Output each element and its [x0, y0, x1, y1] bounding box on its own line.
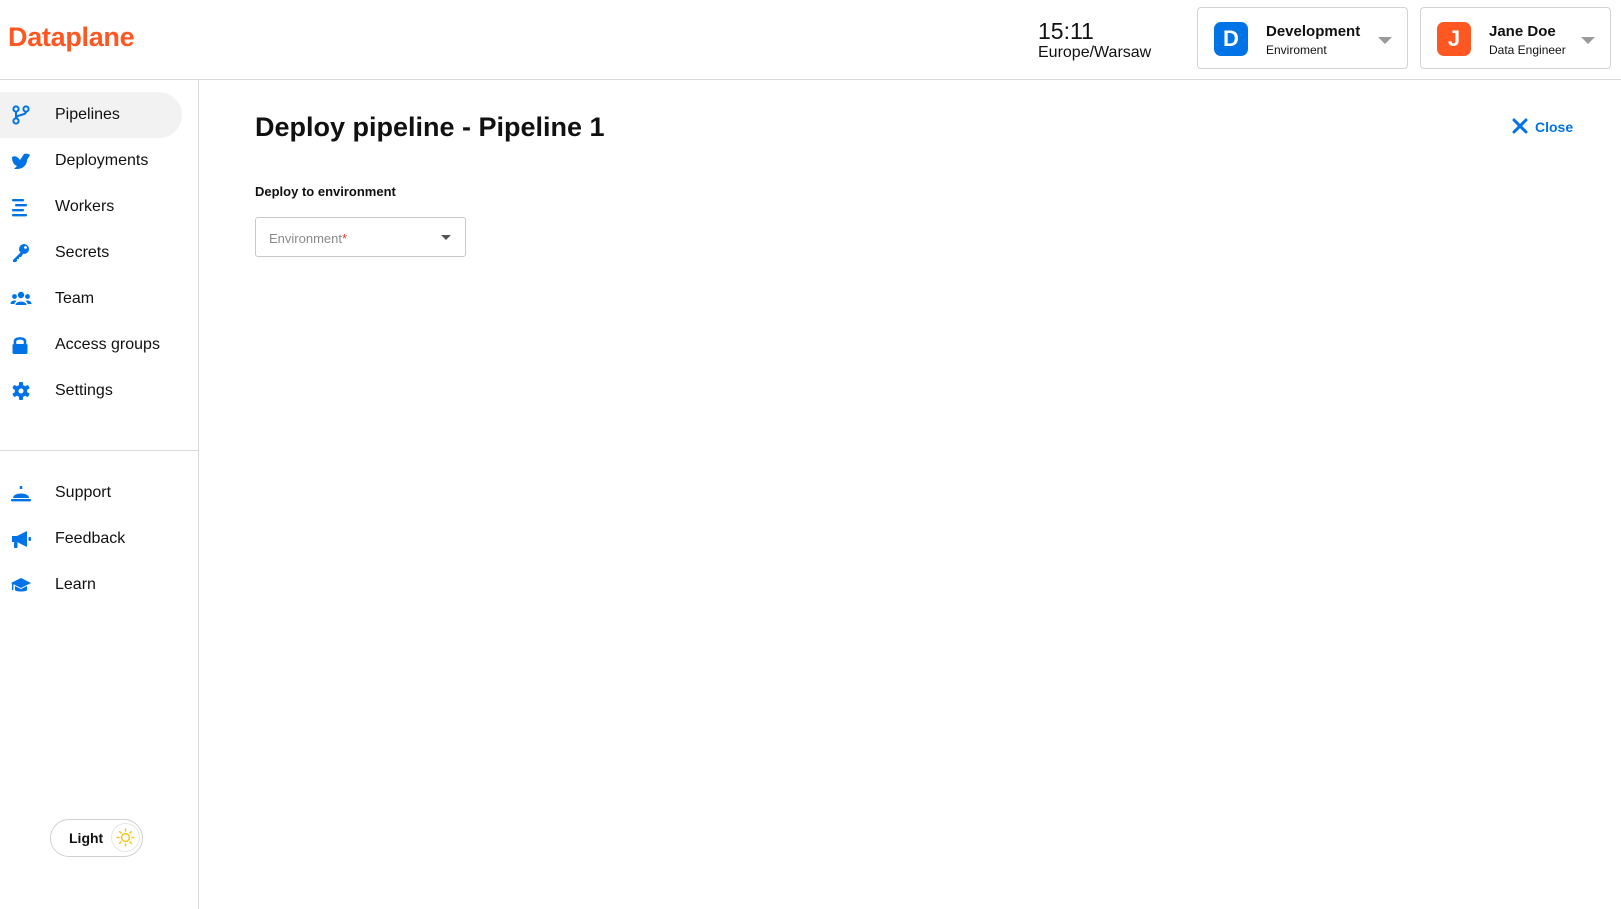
user-role: Data Engineer	[1489, 43, 1566, 57]
sidebar-item-learn[interactable]: Learn	[0, 562, 182, 608]
top-header: Dataplane 15:11 Europe/Warsaw D Developm…	[0, 0, 1621, 80]
clock-time: 15:11	[1038, 18, 1094, 44]
sidebar-item-label: Access groups	[55, 336, 160, 353]
deployments-icon	[12, 153, 30, 169]
user-name: Jane Doe	[1489, 23, 1556, 40]
sidebar-item-label: Pipelines	[55, 106, 120, 123]
workers-icon	[12, 199, 27, 217]
sidebar-item-label: Settings	[55, 382, 113, 399]
sidebar-item-pipelines[interactable]: Pipelines	[0, 92, 182, 138]
environment-switcher[interactable]: D Development Enviroment	[1197, 7, 1408, 69]
sidebar: Pipelines Deployments Workers Secrets Te…	[0, 80, 199, 909]
environment-select[interactable]: Environment*	[255, 217, 466, 257]
deploy-environment-label: Deploy to environment	[255, 184, 396, 199]
sidebar-item-workers[interactable]: Workers	[0, 184, 182, 230]
environment-select-placeholder: Environment*	[269, 231, 348, 246]
megaphone-icon	[12, 531, 31, 548]
gear-icon	[12, 382, 30, 400]
sidebar-item-feedback[interactable]: Feedback	[0, 516, 182, 562]
sidebar-item-team[interactable]: Team	[0, 276, 182, 322]
app-logo[interactable]: Dataplane	[8, 22, 135, 53]
theme-label: Light	[69, 830, 104, 846]
sidebar-item-label: Secrets	[55, 244, 110, 261]
sidebar-item-deployments[interactable]: Deployments	[0, 138, 182, 184]
page-title: Deploy pipeline - Pipeline 1	[255, 112, 605, 142]
graduation-cap-icon	[11, 578, 31, 592]
clock-timezone: Europe/Warsaw	[1038, 44, 1152, 61]
pipelines-icon	[12, 105, 30, 125]
close-label: Close	[1535, 119, 1574, 135]
theme-toggle[interactable]: Light	[50, 819, 143, 857]
team-icon	[10, 291, 32, 305]
sun-icon	[111, 823, 140, 852]
sidebar-item-label: Support	[55, 484, 112, 501]
key-icon	[13, 244, 29, 262]
sidebar-divider	[0, 450, 198, 451]
environment-label: Enviroment	[1266, 43, 1327, 57]
sidebar-item-label: Team	[55, 290, 95, 307]
chevron-down-icon	[441, 235, 451, 240]
chevron-down-icon	[1581, 37, 1595, 44]
sidebar-item-access-groups[interactable]: Access groups	[0, 322, 182, 368]
sidebar-item-label: Feedback	[55, 530, 126, 547]
chevron-down-icon	[1378, 37, 1392, 44]
sidebar-item-label: Deployments	[55, 152, 149, 169]
required-mark: *	[341, 231, 348, 246]
bell-icon	[11, 486, 31, 502]
sidebar-item-secrets[interactable]: Secrets	[0, 230, 182, 276]
user-avatar: J	[1437, 22, 1471, 56]
sidebar-item-support[interactable]: Support	[0, 470, 182, 516]
sidebar-item-settings[interactable]: Settings	[0, 368, 182, 414]
main-content: Deploy pipeline - Pipeline 1 Close Deplo…	[199, 80, 1621, 909]
sidebar-item-label: Learn	[55, 576, 96, 593]
user-menu[interactable]: J Jane Doe Data Engineer	[1420, 7, 1611, 69]
environment-avatar: D	[1214, 22, 1248, 56]
environment-name: Development	[1266, 23, 1361, 40]
clock: 15:11 Europe/Warsaw	[1038, 20, 1151, 61]
sidebar-item-label: Workers	[55, 198, 115, 215]
lock-icon	[12, 337, 28, 354]
close-icon	[1512, 118, 1528, 134]
